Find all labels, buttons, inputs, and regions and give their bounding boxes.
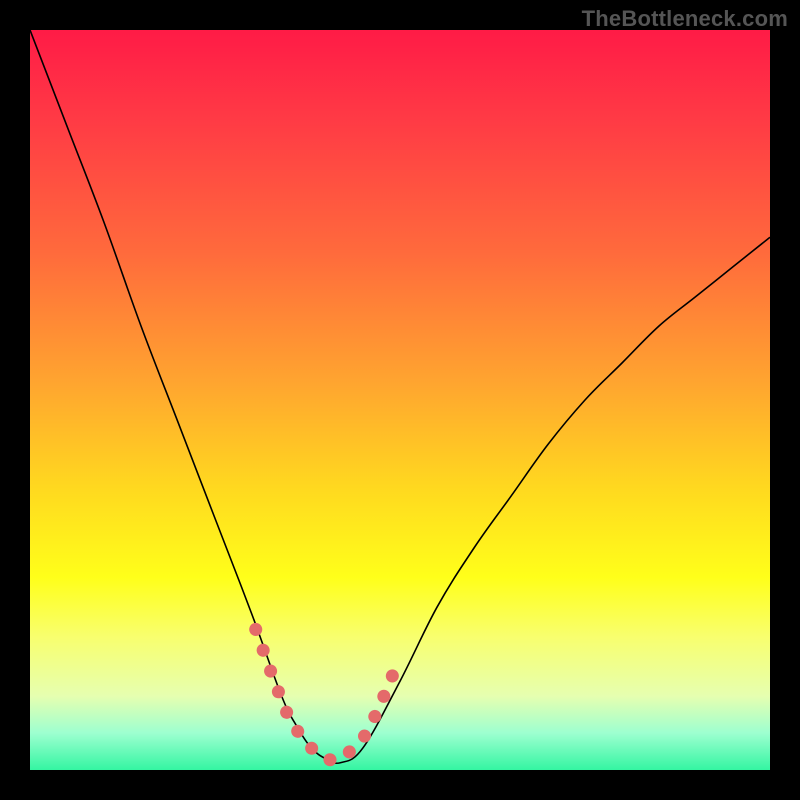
plot-area bbox=[30, 30, 770, 770]
bottleneck-curve bbox=[30, 30, 770, 763]
highlight-dots bbox=[256, 629, 397, 761]
chart-svg bbox=[30, 30, 770, 770]
watermark-text: TheBottleneck.com bbox=[582, 6, 788, 32]
